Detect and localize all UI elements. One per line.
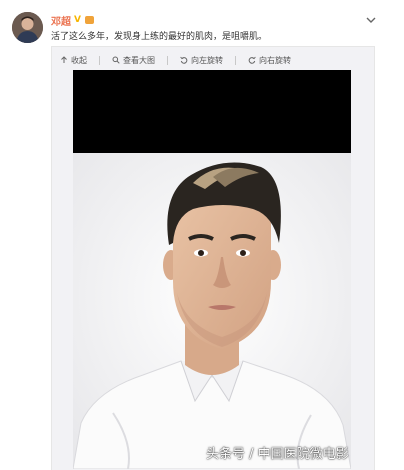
username[interactable]: 邓超 bbox=[51, 13, 71, 28]
watermark-text: 头条号 / 中国医院微电影 bbox=[206, 447, 349, 462]
verified-badge: V bbox=[74, 14, 81, 25]
author-row: 邓超 V bbox=[51, 12, 94, 28]
magnifier-icon bbox=[112, 56, 120, 64]
collapse-arrow-icon bbox=[61, 56, 67, 63]
toolbar-divider bbox=[235, 55, 236, 65]
collapse-label: 收起 bbox=[71, 55, 87, 65]
avatar[interactable] bbox=[12, 12, 43, 43]
post-menu-button[interactable] bbox=[365, 10, 377, 23]
weibo-post-card: 邓超 V 活了这么多年，发现身上练的最好的肌肉，是咀嚼肌。 收起 查看大图 向左… bbox=[0, 0, 404, 470]
rotate-right-icon bbox=[248, 56, 256, 64]
rotate-left-label: 向左旋转 bbox=[191, 55, 223, 65]
chevron-down-icon bbox=[366, 17, 376, 23]
view-large-label: 查看大图 bbox=[123, 55, 155, 65]
view-large-button[interactable]: 查看大图 bbox=[112, 55, 155, 66]
post-text: 活了这么多年，发现身上练的最好的肌肉，是咀嚼肌。 bbox=[51, 32, 268, 42]
member-level-icon bbox=[84, 16, 94, 24]
post-image[interactable] bbox=[73, 70, 351, 469]
image-black-band bbox=[73, 70, 351, 153]
toolbar-divider bbox=[167, 55, 168, 65]
rotate-left-icon bbox=[180, 56, 188, 64]
image-toolbar: 收起 查看大图 向左旋转 向右旋转 bbox=[60, 54, 291, 66]
collapse-button[interactable]: 收起 bbox=[60, 55, 87, 66]
rotate-left-button[interactable]: 向左旋转 bbox=[180, 55, 223, 66]
portrait-photo bbox=[73, 153, 351, 469]
rotate-right-button[interactable]: 向右旋转 bbox=[248, 55, 291, 66]
toolbar-divider bbox=[99, 55, 100, 65]
rotate-right-label: 向右旋转 bbox=[259, 55, 291, 65]
